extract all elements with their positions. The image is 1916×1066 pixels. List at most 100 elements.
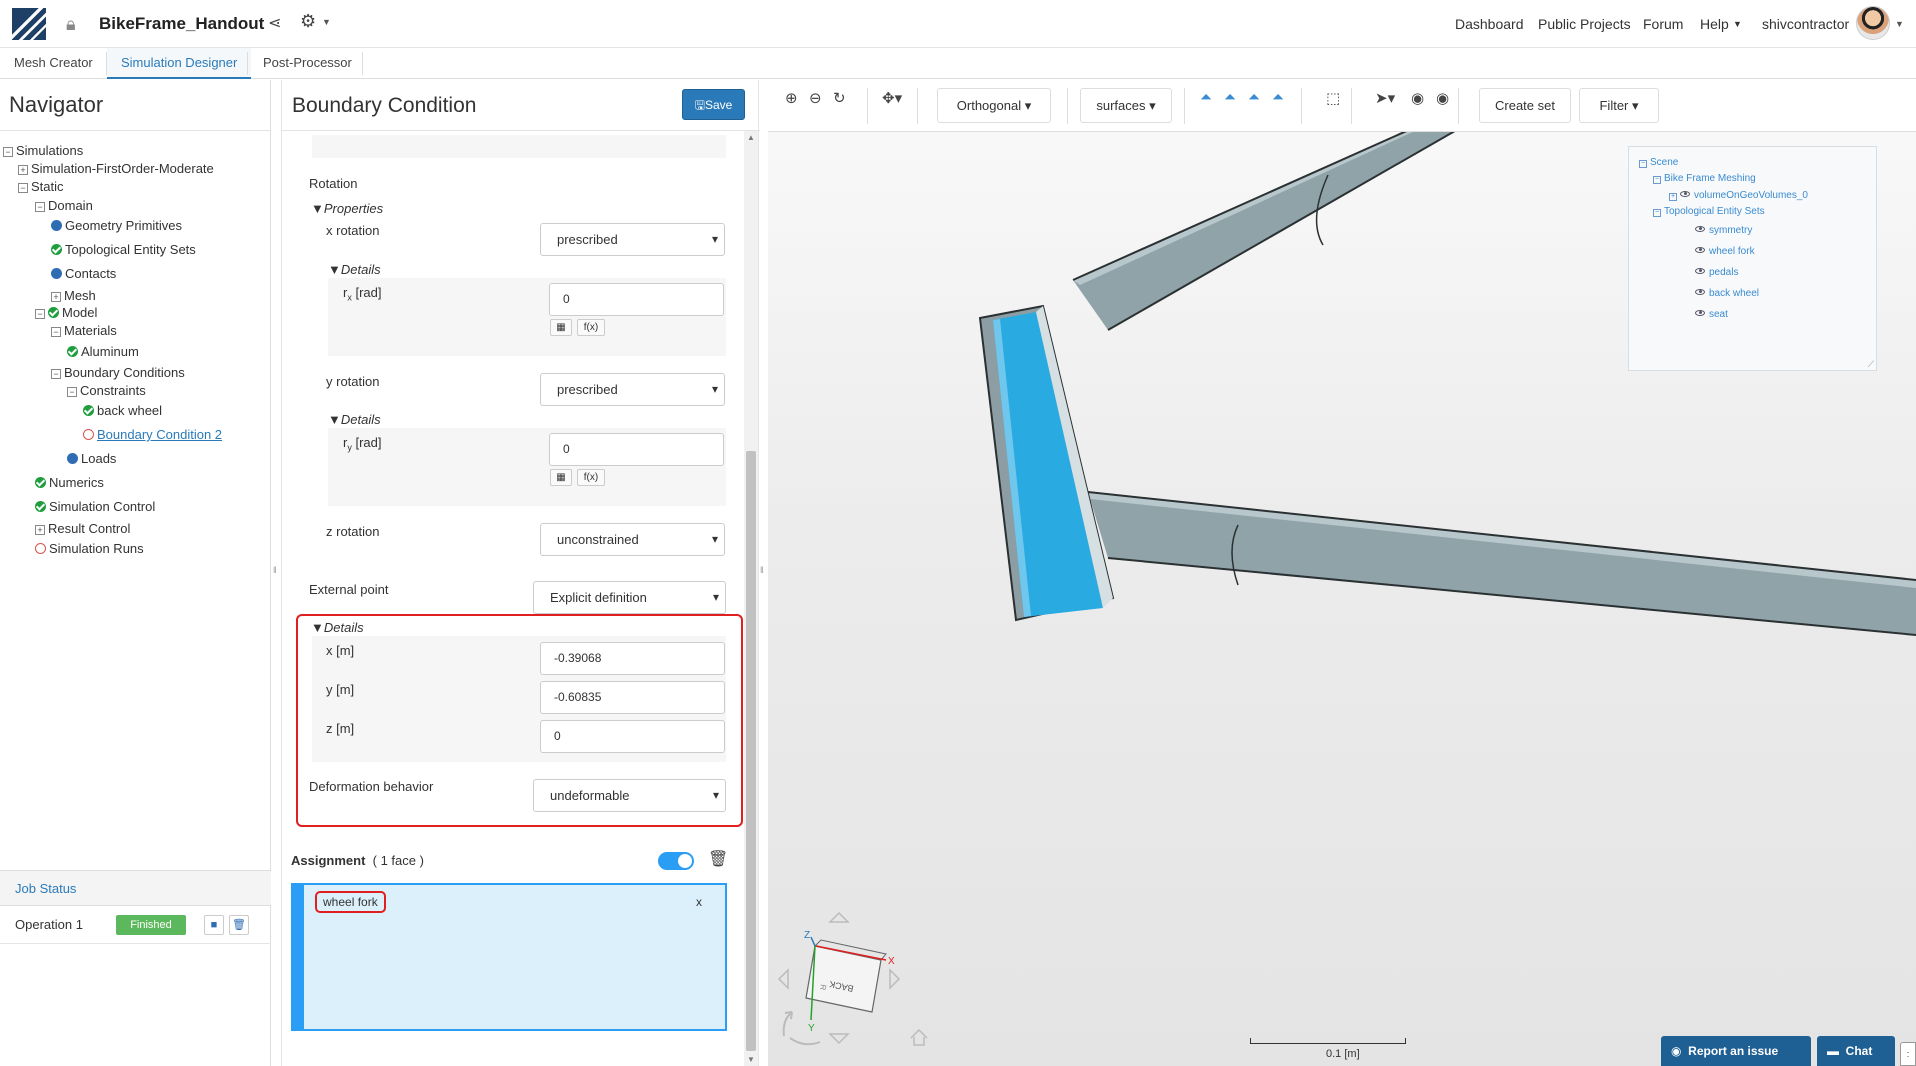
scene-topological-sets[interactable]: − Topological Entity Sets [1653, 206, 1765, 217]
chevron-down-icon[interactable]: ▼ [1895, 19, 1904, 29]
scene-set-back-wheel[interactable]: back wheel [1695, 288, 1759, 299]
scroll-up-icon[interactable]: ▲ [747, 133, 755, 142]
collapse-icon[interactable]: − [1653, 209, 1661, 217]
splitter-handle[interactable]: ‖ [273, 565, 277, 575]
tree-domain[interactable]: − Domain [35, 197, 93, 215]
collapse-icon[interactable]: − [67, 387, 77, 397]
tab-mesh-creator[interactable]: Mesh Creator [0, 48, 107, 79]
tree-boundary-conditions[interactable]: − Boundary Conditions [51, 364, 185, 382]
delete-icon[interactable]: 🗑︎ [229, 915, 249, 935]
tree-static[interactable]: − Static [18, 178, 64, 196]
tree-constraints[interactable]: − Constraints [67, 382, 146, 400]
chat-button[interactable]: ▬ Chat [1817, 1036, 1895, 1066]
navigation-cube[interactable]: X Y Z BACK R [768, 900, 938, 1050]
tree-result-control[interactable]: + Result Control [35, 520, 130, 538]
nav-dashboard[interactable]: Dashboard [1455, 16, 1524, 32]
scene-set-seat[interactable]: seat [1695, 309, 1728, 320]
function-button[interactable]: f(x) [577, 319, 605, 336]
function-button[interactable]: f(x) [577, 469, 605, 486]
create-set-button[interactable]: Create set [1479, 88, 1571, 123]
trash-icon[interactable]: 🗑︎ [708, 849, 728, 869]
collapse-icon[interactable]: − [1653, 176, 1661, 184]
expand-icon[interactable]: + [51, 292, 61, 302]
assigned-face-chip[interactable]: wheel fork [315, 891, 386, 913]
y-rotation-select[interactable]: prescribed [540, 373, 725, 406]
assignment-toggle[interactable] [658, 852, 694, 870]
nav-down-icon[interactable] [828, 1033, 850, 1045]
simscale-logo[interactable] [12, 8, 46, 40]
collapse-icon[interactable]: − [1639, 160, 1647, 168]
nav-right-icon[interactable] [889, 968, 901, 990]
nav-help[interactable]: Help [1700, 16, 1729, 32]
table-icon[interactable]: ▦ [550, 469, 572, 486]
tree-numerics[interactable]: Numerics [35, 474, 104, 492]
collapse-icon[interactable]: − [3, 147, 13, 157]
tab-simulation-designer[interactable]: Simulation Designer [107, 48, 252, 79]
report-issue-button[interactable]: ◉ Report an issue [1661, 1036, 1811, 1066]
eye-icon[interactable] [1695, 289, 1705, 295]
tree-topological-entity-sets[interactable]: Topological Entity Sets [51, 241, 196, 259]
splitter-handle[interactable]: ‖ [760, 565, 764, 575]
filter-dropdown[interactable]: Filter ▾ [1579, 88, 1659, 123]
avatar[interactable] [1856, 6, 1890, 40]
tree-simulation-firstorder[interactable]: + Simulation-FirstOrder-Moderate [18, 160, 214, 178]
expand-icon[interactable]: + [35, 525, 45, 535]
collapse-icon[interactable]: − [35, 202, 45, 212]
x-rotation-select[interactable]: prescribed [540, 223, 725, 256]
eye-icon[interactable] [1695, 268, 1705, 274]
save-button[interactable]: 🖫︎Save [682, 89, 745, 120]
scroll-down-icon[interactable]: ▼ [747, 1055, 755, 1064]
expand-icon[interactable]: + [1669, 193, 1677, 201]
tree-simulation-control[interactable]: Simulation Control [35, 498, 155, 516]
tree-model[interactable]: − Model [35, 304, 97, 322]
chevron-down-icon[interactable]: ▼ [322, 17, 331, 27]
collapse-icon[interactable]: − [51, 327, 61, 337]
z-rotation-select[interactable]: unconstrained [540, 523, 725, 556]
rx-input[interactable]: 0 [549, 283, 724, 316]
job-status-header[interactable]: Job Status [0, 870, 271, 906]
help-chevron-icon[interactable]: ▼ [1733, 19, 1742, 29]
nav-forum[interactable]: Forum [1643, 16, 1683, 32]
tree-materials[interactable]: − Materials [51, 322, 117, 340]
expand-icon[interactable]: + [18, 165, 28, 175]
scene-bike-frame-meshing[interactable]: − Bike Frame Meshing [1653, 173, 1756, 184]
collapse-icon[interactable]: − [18, 183, 28, 193]
scene-set-pedals[interactable]: pedals [1695, 267, 1738, 278]
job-row[interactable]: Operation 1 Finished ■ 🗑︎ [0, 906, 271, 944]
properties-header[interactable]: ▼Properties [311, 201, 383, 216]
remove-icon[interactable]: x [696, 895, 702, 909]
tab-post-processor[interactable]: Post-Processor [249, 48, 366, 79]
scrollbar[interactable]: ▲ ▼ [744, 131, 758, 1066]
tree-simulations[interactable]: − Simulations [3, 142, 83, 160]
external-point-select[interactable]: Explicit definition [533, 581, 726, 614]
resize-handle-icon[interactable]: ⟋ [1868, 359, 1874, 370]
scene-volume[interactable]: + volumeOnGeoVolumes_0 [1669, 190, 1808, 201]
tree-loads[interactable]: Loads [67, 450, 116, 468]
scene-set-symmetry[interactable]: symmetry [1695, 225, 1752, 236]
tree-geometry-primitives[interactable]: Geometry Primitives [51, 217, 182, 235]
gear-icon[interactable]: ⚙ [300, 11, 316, 32]
eye-icon[interactable] [1680, 191, 1690, 197]
home-icon[interactable] [910, 1028, 928, 1046]
assignment-box[interactable]: wheel fork x [291, 883, 727, 1031]
collapse-icon[interactable]: − [35, 309, 45, 319]
nav-up-icon[interactable] [828, 911, 850, 923]
scene-set-wheel-fork[interactable]: wheel fork [1695, 246, 1755, 257]
details-header[interactable]: ▼Details [328, 262, 381, 277]
eye-icon[interactable] [1695, 310, 1705, 316]
collapse-icon[interactable]: − [51, 369, 61, 379]
stop-icon[interactable]: ■ [204, 915, 224, 935]
tree-aluminum[interactable]: Aluminum [67, 343, 139, 361]
user-name[interactable]: shivcontractor [1762, 16, 1849, 32]
tree-back-wheel[interactable]: back wheel [83, 402, 162, 420]
3d-viewer[interactable]: ⊕ ⊖ ↻ ✥▾ Orthogonal ▾ surfaces ▾ ⏶ ⏶ ⏶ ⏶… [768, 80, 1916, 1066]
tree-contacts[interactable]: Contacts [51, 265, 116, 283]
details-header[interactable]: ▼Details [328, 412, 381, 427]
tree-mesh[interactable]: + Mesh [51, 287, 96, 305]
share-icon[interactable]: ⋖ [268, 13, 281, 33]
nav-public-projects[interactable]: Public Projects [1538, 16, 1631, 32]
eye-icon[interactable] [1695, 247, 1705, 253]
tree-boundary-condition-2[interactable]: Boundary Condition 2 [83, 426, 222, 444]
tree-simulation-runs[interactable]: Simulation Runs [35, 540, 144, 558]
table-icon[interactable]: ▦ [550, 319, 572, 336]
